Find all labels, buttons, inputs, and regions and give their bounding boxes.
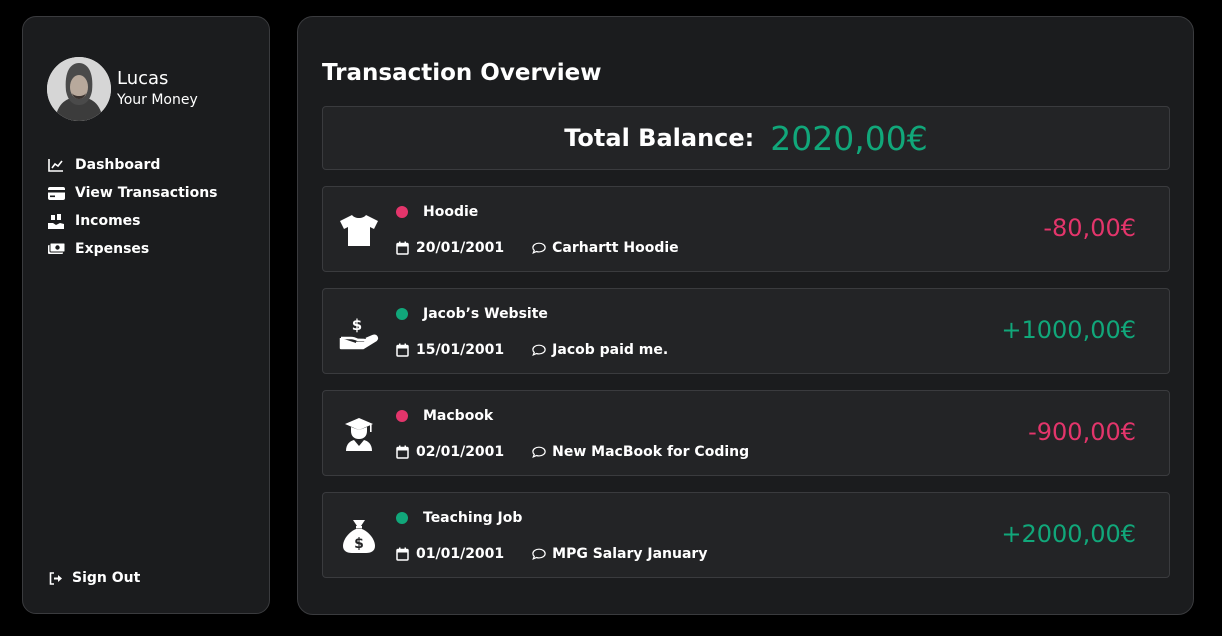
- total-balance-value: 2020,00€: [770, 118, 928, 158]
- sidebar-item-label: Incomes: [75, 213, 141, 229]
- comment-icon: [532, 444, 546, 460]
- comment-icon: [532, 240, 546, 256]
- sidebar-item-expenses[interactable]: Expenses: [47, 235, 218, 263]
- sidebar-item-incomes[interactable]: Incomes: [47, 207, 218, 235]
- transaction-meta: 01/01/2001 MPG Salary January: [396, 544, 707, 564]
- transaction-meta: 02/01/2001 New MacBook for Coding: [396, 442, 749, 462]
- money-bag-icon: $: [339, 516, 379, 556]
- transaction-date: 01/01/2001: [416, 546, 505, 562]
- sidebar-item-label: View Transactions: [75, 185, 218, 201]
- credit-card-icon: [47, 184, 65, 202]
- transaction-title: Macbook: [423, 408, 494, 424]
- svg-text:$: $: [352, 316, 362, 334]
- total-balance-card: Total Balance: 2020,00€: [322, 106, 1170, 170]
- sidebar-item-label: Dashboard: [75, 157, 161, 173]
- transaction-meta: 15/01/2001 Jacob paid me.: [396, 340, 668, 360]
- sidebar-item-label: Expenses: [75, 241, 150, 257]
- transaction-date: 15/01/2001: [416, 342, 505, 358]
- transaction-row[interactable]: $ Teaching Job 01/01/2001 MPG Salary Jan…: [322, 492, 1170, 578]
- transaction-date: 02/01/2001: [416, 444, 505, 460]
- calendar-icon: [396, 444, 410, 460]
- transaction-title: Jacob’s Website: [423, 306, 548, 322]
- transaction-amount: -80,00€: [1043, 214, 1136, 242]
- transaction-note: MPG Salary January: [552, 546, 708, 562]
- transaction-note: New MacBook for Coding: [552, 444, 750, 460]
- chart-line-icon: [47, 156, 65, 174]
- transaction-row[interactable]: $ Jacob’s Website 15/01/2001 Jacob paid …: [322, 288, 1170, 374]
- comment-icon: [532, 342, 546, 358]
- svg-text:$: $: [354, 536, 364, 552]
- transaction-row[interactable]: Macbook 02/01/2001 New MacBook for Codin…: [322, 390, 1170, 476]
- status-dot: [396, 512, 408, 524]
- transaction-date: 20/01/2001: [416, 240, 505, 256]
- sign-out-label: Sign Out: [72, 570, 141, 586]
- transaction-note: Carhartt Hoodie: [552, 240, 679, 256]
- hand-holding-dollar-icon: [47, 212, 65, 230]
- sidebar: Lucas Your Money Dashboard View Transact…: [22, 16, 270, 614]
- hand-holding-dollar-icon: $: [339, 312, 379, 352]
- money-bill-icon: [47, 240, 65, 258]
- profile-name: Lucas: [117, 68, 169, 89]
- transaction-title: Hoodie: [423, 204, 479, 220]
- calendar-icon: [396, 342, 410, 358]
- transaction-title: Teaching Job: [423, 510, 523, 526]
- avatar[interactable]: [47, 57, 111, 121]
- transaction-amount: +1000,00€: [1001, 316, 1136, 344]
- graduate-icon: [339, 414, 379, 454]
- shirt-icon: [339, 210, 379, 250]
- total-balance-label: Total Balance:: [564, 124, 755, 152]
- status-dot: [396, 206, 408, 218]
- transaction-row[interactable]: Hoodie 20/01/2001 Carhartt Hoodie -80,00…: [322, 186, 1170, 272]
- comment-icon: [532, 546, 546, 562]
- sidebar-item-view-transactions[interactable]: View Transactions: [47, 179, 218, 207]
- status-dot: [396, 308, 408, 320]
- page-title: Transaction Overview: [322, 60, 602, 86]
- status-dot: [396, 410, 408, 422]
- sign-out-icon: [47, 569, 65, 587]
- transaction-list: Hoodie 20/01/2001 Carhartt Hoodie -80,00…: [322, 186, 1170, 594]
- transaction-amount: +2000,00€: [1001, 520, 1136, 548]
- sign-out-button[interactable]: Sign Out: [47, 569, 140, 587]
- transaction-meta: 20/01/2001 Carhartt Hoodie: [396, 238, 679, 258]
- transaction-note: Jacob paid me.: [552, 342, 669, 358]
- sidebar-nav: Dashboard View Transactions Incomes Expe…: [47, 151, 218, 263]
- transaction-amount: -900,00€: [1028, 418, 1136, 446]
- profile-subtitle: Your Money: [117, 92, 198, 108]
- sidebar-item-dashboard[interactable]: Dashboard: [47, 151, 218, 179]
- main-panel: Transaction Overview Total Balance: 2020…: [297, 16, 1194, 615]
- profile: Lucas Your Money: [47, 57, 198, 121]
- calendar-icon: [396, 546, 410, 562]
- calendar-icon: [396, 240, 410, 256]
